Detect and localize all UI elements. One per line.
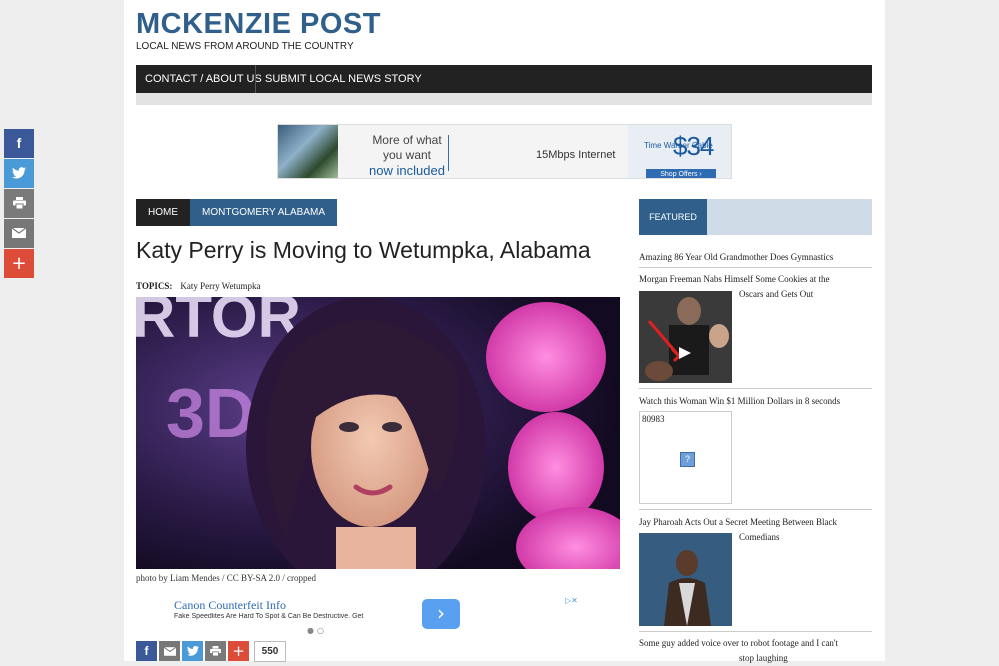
facebook-share-button[interactable]: f [4, 129, 34, 158]
print-share-button[interactable] [205, 641, 226, 661]
twitter-icon [186, 645, 199, 656]
print-icon [210, 646, 221, 657]
sidebar-divider [639, 631, 872, 632]
sidebar-divider [639, 509, 872, 510]
ad-offer-panel: Time Warner Cable $34 Shop Offers › [628, 125, 731, 178]
sidebar-featured-header: FEATURED [639, 199, 872, 235]
article-topics: TOPICS: Katy Perry Wetumpka [136, 281, 260, 291]
photo-caption: photo by Liam Mendes / CC BY-SA 2.0 / cr… [136, 573, 316, 583]
native-ad[interactable]: Canon Counterfeit Info Fake Speedlites A… [172, 596, 587, 636]
email-share-button[interactable] [159, 641, 180, 661]
article-hero-image: RTOR 3D [136, 297, 620, 569]
floating-share-bar: f + [4, 129, 34, 279]
video-thumbnail-graphic [639, 291, 732, 383]
ad-divider [448, 135, 449, 171]
facebook-icon: f [16, 135, 22, 151]
native-ad-title[interactable]: Canon Counterfeit Info [174, 598, 286, 613]
print-share-button[interactable] [4, 189, 34, 218]
video-thumbnail-graphic [639, 533, 732, 626]
adchoices-icon[interactable]: ▷✕ [565, 596, 578, 605]
page-container: MCKENZIE POST LOCAL NEWS FROM AROUND THE… [124, 0, 885, 663]
twitter-icon [12, 167, 26, 179]
facebook-share-button[interactable]: f [136, 641, 157, 661]
featured-item-title-continued[interactable]: stop laughing [739, 651, 872, 666]
nav-item-submit-story[interactable]: SUBMIT LOCAL NEWS STORY [256, 65, 431, 93]
main-nav: CONTACT / ABOUT US SUBMIT LOCAL NEWS STO… [136, 65, 872, 93]
more-share-button[interactable]: + [4, 249, 34, 278]
ad-price: $34 [673, 131, 714, 161]
native-ad-subtitle: Fake Speedlites Are Hard To Spot & Can B… [174, 613, 364, 620]
broken-image-alt-text: 80983 [642, 414, 665, 424]
top-ad-banner[interactable]: More of what you want now included 15Mbp… [277, 124, 732, 179]
ad-copy: More of what you want now included [362, 133, 452, 178]
ad-shop-button[interactable]: Shop Offers › [646, 169, 716, 178]
carousel-dots[interactable]: ●○ [307, 626, 327, 635]
featured-item-title[interactable]: Morgan Freeman Nabs Himself Some Cookies… [639, 272, 872, 287]
ad-thumbnail [278, 125, 338, 178]
sidebar-divider [639, 388, 872, 389]
svg-text:RTOR: RTOR [136, 297, 301, 350]
email-icon [163, 646, 176, 656]
featured-item-title[interactable]: Amazing 86 Year Old Grandmother Does Gym… [639, 250, 872, 265]
nav-underbar [136, 93, 872, 105]
more-share-button[interactable]: + [228, 641, 249, 661]
print-icon [12, 197, 26, 210]
topics-link[interactable]: Katy Perry Wetumpka [180, 281, 260, 291]
featured-item-title[interactable]: Jay Pharoah Acts Out a Secret Meeting Be… [639, 515, 872, 530]
email-icon [11, 227, 27, 238]
ad-line-2: you want [382, 148, 432, 162]
hero-photo-illustration: RTOR 3D [136, 297, 620, 569]
plus-icon: + [11, 253, 27, 274]
email-share-button[interactable] [4, 219, 34, 248]
ad-line-1: More of what [372, 133, 442, 147]
ad-speed-text: 15Mbps Internet [536, 149, 616, 161]
svg-text:3D: 3D [166, 374, 255, 452]
twitter-share-button[interactable] [4, 159, 34, 188]
featured-item-title[interactable]: Watch this Woman Win $1 Million Dollars … [639, 394, 872, 409]
plus-icon: + [232, 642, 245, 660]
article-headline: Katy Perry is Moving to Wetumpka, Alabam… [136, 237, 591, 263]
sidebar-heading: FEATURED [639, 199, 707, 235]
native-ad-arrow-button[interactable]: › [422, 599, 460, 629]
share-count: 550 [254, 641, 286, 662]
twitter-share-button[interactable] [182, 641, 203, 661]
broken-image-icon: ? [680, 452, 695, 467]
breadcrumb-category[interactable]: MONTGOMERY ALABAMA [190, 199, 337, 226]
featured-item-title[interactable]: Some guy added voice over to robot foota… [639, 636, 872, 651]
nav-item-contact[interactable]: CONTACT / ABOUT US [136, 65, 271, 93]
site-tagline: LOCAL NEWS FROM AROUND THE COUNTRY [136, 41, 354, 52]
ad-line-3: now included [369, 163, 445, 178]
featured-item-title-continued[interactable]: Oscars and Gets Out [739, 287, 872, 302]
breadcrumb-home[interactable]: HOME [136, 199, 190, 226]
featured-item-thumbnail[interactable] [639, 291, 732, 383]
sidebar-divider [639, 267, 872, 268]
site-title[interactable]: MCKENZIE POST [136, 8, 381, 41]
featured-item-thumbnail-broken[interactable]: 80983 ? [639, 411, 732, 504]
topics-label: TOPICS: [136, 281, 173, 291]
featured-item-thumbnail[interactable] [639, 533, 732, 626]
featured-item-title-continued[interactable]: Comedians [739, 530, 872, 545]
facebook-icon: f [144, 644, 149, 658]
